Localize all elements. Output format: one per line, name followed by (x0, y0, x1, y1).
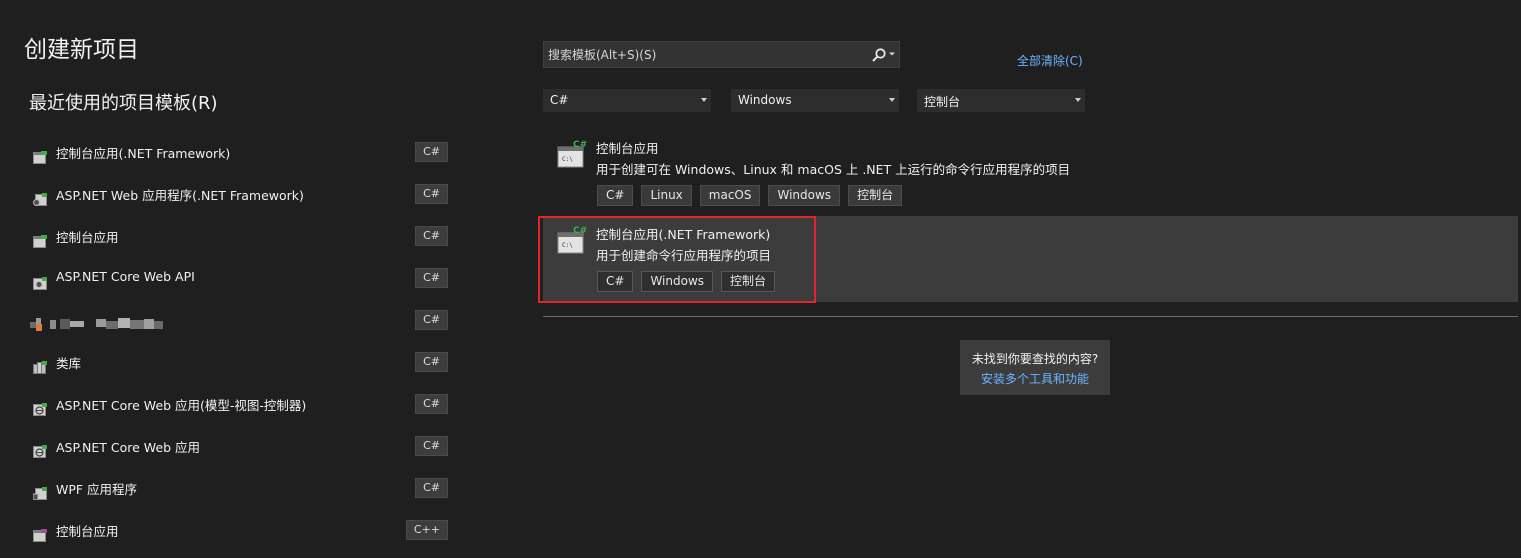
language-badge: C# (415, 310, 448, 330)
recent-item-console-framework[interactable]: 控制台应用(.NET Framework) C# (30, 137, 454, 179)
tag: macOS (699, 185, 761, 206)
icon-language-badge: C# (573, 226, 587, 236)
language-badge: C# (415, 142, 448, 162)
platform-filter-value: Windows (738, 93, 792, 107)
recent-item-aspnet-core-web[interactable]: ASP.NET Core Web 应用 C# (30, 431, 454, 473)
icon-prompt-text: C:\ (562, 242, 573, 249)
recent-item-label: ASP.NET Core Web 应用(模型-视图-控制器) (56, 398, 307, 413)
class-library-icon (33, 361, 47, 374)
recent-item-aspnet-core-web-api[interactable]: ASP.NET Core Web API C# (30, 263, 454, 305)
template-search-box[interactable] (543, 41, 900, 68)
language-badge: C++ (405, 520, 448, 540)
platform-filter[interactable]: Windows (731, 89, 899, 112)
not-found-text: 未找到你要查找的内容? (971, 352, 1099, 366)
tag: 控制台 (721, 271, 776, 292)
recent-item-label: 控制台应用 (56, 524, 119, 539)
recent-item-aspnet-core-mvc[interactable]: ASP.NET Core Web 应用(模型-视图-控制器) C# (30, 389, 454, 431)
console-app-icon: C:\ C# (557, 226, 587, 254)
template-tags: C# Linux macOS Windows 控制台 (597, 185, 903, 206)
recent-item-redacted[interactable]: C# (30, 305, 454, 347)
tag: 控制台 (848, 185, 903, 206)
icon-language-badge: C# (573, 140, 587, 150)
not-found-panel: 未找到你要查找的内容? 安装多个工具和功能 (960, 340, 1110, 395)
chevron-down-icon (1075, 98, 1081, 102)
language-badge: C# (415, 436, 448, 456)
template-card-console[interactable]: C:\ C# 控制台应用 用于创建可在 Windows、Linux 和 macO… (543, 130, 1518, 216)
recent-item-label: 控制台应用(.NET Framework) (56, 146, 231, 161)
recent-item-label: 控制台应用 (56, 230, 119, 245)
tag: C# (597, 185, 634, 206)
template-name: 控制台应用(.NET Framework) (596, 227, 771, 242)
console-app-icon (33, 529, 47, 542)
chevron-down-icon[interactable] (888, 50, 896, 58)
console-app-icon: C:\ C# (557, 140, 587, 168)
recent-item-console[interactable]: 控制台应用 C# (30, 221, 454, 263)
console-app-icon (33, 151, 47, 164)
web-globe-icon (33, 445, 47, 458)
tag: Windows (768, 185, 841, 206)
recent-item-console-cpp[interactable]: 控制台应用 C++ (30, 515, 454, 557)
recent-item-aspnet-web-framework[interactable]: ASP.NET Web 应用程序(.NET Framework) C# (30, 179, 454, 221)
language-filter[interactable]: C# (543, 89, 711, 112)
language-filter-value: C# (550, 93, 569, 107)
create-new-project-page: 创建新项目 最近使用的项目模板(R) 控制台应用(.NET Framework)… (0, 0, 1521, 558)
project-type-filter-value: 控制台 (924, 95, 961, 109)
template-name: 控制台应用 (596, 141, 659, 156)
recent-item-class-library[interactable]: 类库 C# (30, 347, 454, 389)
search-icon[interactable] (871, 47, 887, 63)
language-badge: C# (415, 226, 448, 246)
tag: Linux (641, 185, 692, 206)
recent-item-label: ASP.NET Core Web 应用 (56, 440, 201, 455)
recent-item-label: ASP.NET Web 应用程序(.NET Framework) (56, 188, 304, 203)
console-app-icon (33, 235, 47, 248)
icon-prompt-text: C:\ (562, 156, 573, 163)
tag: C# (597, 271, 634, 292)
clear-all-link[interactable]: 全部清除(C) (1017, 52, 1083, 69)
chevron-down-icon (701, 98, 707, 102)
recent-item-wpf-app[interactable]: WPF 应用程序 C# (30, 473, 454, 515)
web-globe-icon (33, 403, 47, 416)
language-badge: C# (415, 352, 448, 372)
web-api-icon (33, 277, 47, 290)
template-card-console-framework[interactable]: C:\ C# 控制台应用(.NET Framework) 用于创建命令行应用程序… (543, 216, 1518, 302)
wpf-app-icon (33, 487, 47, 500)
template-tags: C# Windows 控制台 (597, 271, 776, 292)
tag: Windows (641, 271, 714, 292)
install-tools-link[interactable]: 安装多个工具和功能 (960, 370, 1110, 387)
chevron-down-icon (889, 98, 895, 102)
template-search-input[interactable] (548, 45, 858, 64)
language-badge: C# (415, 394, 448, 414)
redacted-label (30, 318, 163, 331)
recent-item-label: 类库 (56, 356, 82, 371)
results-divider (543, 316, 1518, 317)
language-badge: C# (415, 478, 448, 498)
project-type-filter[interactable]: 控制台 (917, 89, 1085, 112)
language-badge: C# (415, 268, 448, 288)
template-description: 用于创建命令行应用程序的项目 (596, 248, 772, 263)
page-title: 创建新项目 (24, 37, 139, 63)
recent-item-label: ASP.NET Core Web API (56, 269, 195, 284)
recent-templates-heading: 最近使用的项目模板(R) (29, 93, 218, 114)
recent-item-label: WPF 应用程序 (56, 482, 138, 497)
template-description: 用于创建可在 Windows、Linux 和 macOS 上 .NET 上运行的… (596, 162, 1071, 177)
language-badge: C# (415, 184, 448, 204)
web-app-icon (33, 193, 47, 206)
